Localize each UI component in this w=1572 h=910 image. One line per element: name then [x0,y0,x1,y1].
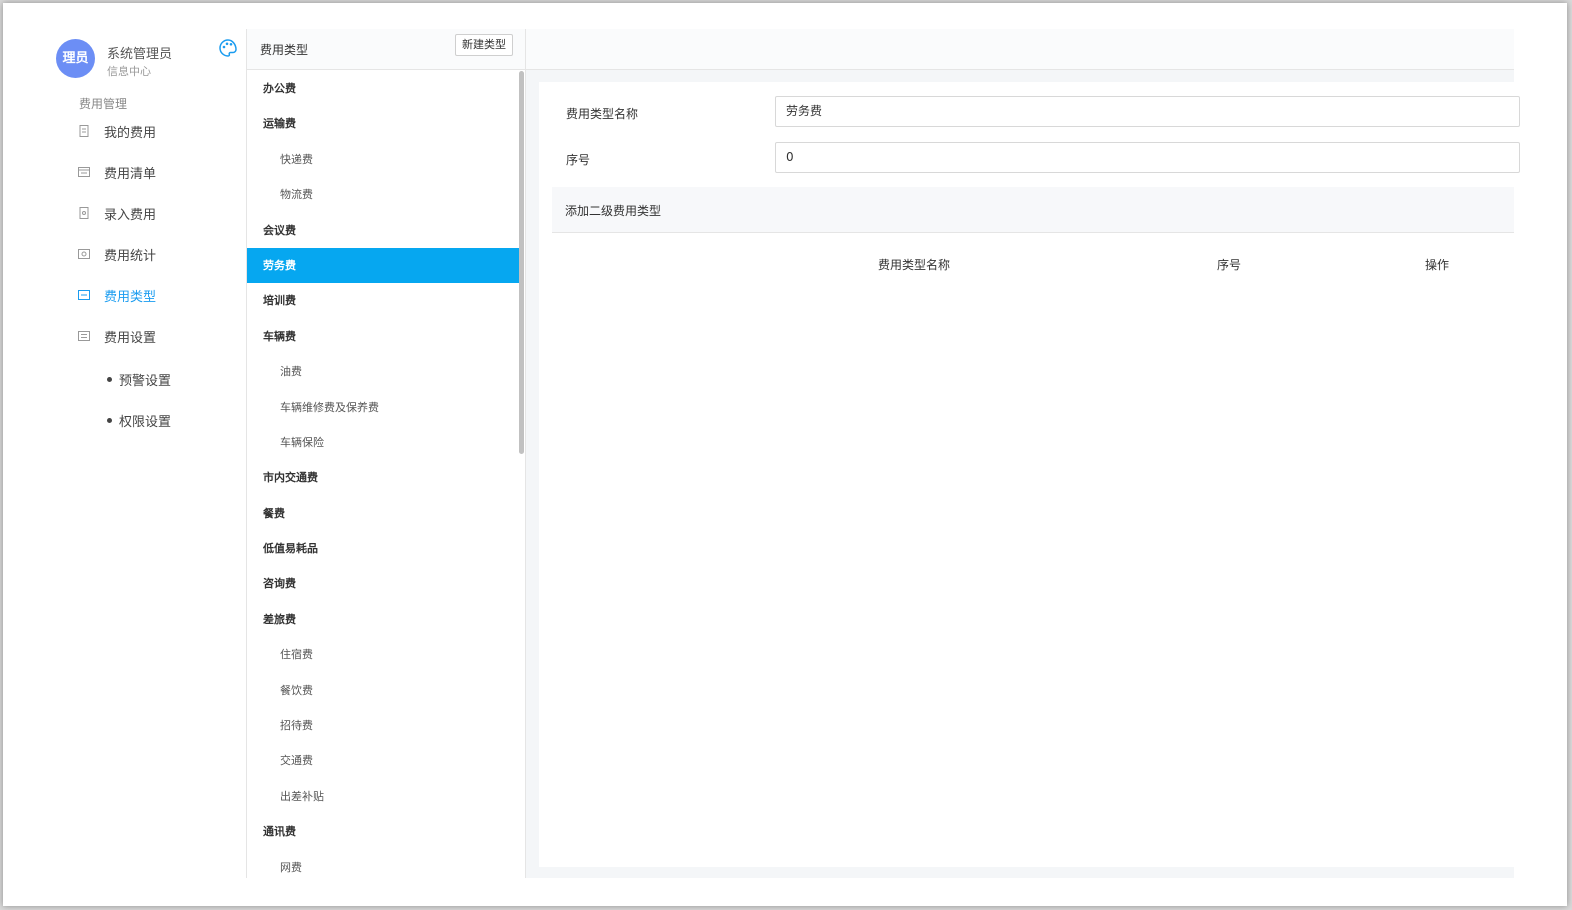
sidebar-item-enter-expense[interactable]: 录入费用 [77,202,156,224]
detail-panel: 费用类型名称 劳务费 序号 0 添加二级费用类型 费用类型名称 序号 操作 [526,29,1520,878]
type-list-item[interactable]: 办公费 [247,71,520,106]
type-list-item[interactable]: 物流费 [247,177,520,212]
type-list-item[interactable]: 车辆费 [247,319,520,354]
column-header-order: 序号 [1217,258,1242,272]
sidebar-subitem-permission-settings[interactable]: 权限设置 [107,410,171,430]
type-list-item[interactable]: 低值易耗品 [247,531,520,566]
sidebar-subitem-label: 预警设置 [119,373,172,389]
sidebar: 理员 系统管理员 信息中心 费用管理 我的费用 费用清单 录入费用 费用统计 费… [3,3,246,878]
type-panel-header: 费用类型 新建类型 [247,29,525,70]
sidebar-item-label: 费用设置 [104,330,157,346]
edit-icon [79,207,89,219]
app-window: 理员 系统管理员 信息中心 费用管理 我的费用 费用清单 录入费用 费用统计 费… [3,3,1567,906]
type-list-item[interactable]: 咨询费 [247,566,520,601]
type-list-item[interactable]: 网费 [247,850,520,878]
user-department: 信息中心 [107,65,151,78]
type-list-item[interactable]: 住宿费 [247,637,520,672]
type-list-item[interactable]: 油费 [247,354,520,389]
type-list-item[interactable]: 车辆维修费及保养费 [247,390,520,425]
type-list-item[interactable]: 快递费 [247,142,520,177]
type-list-item[interactable]: 培训费 [247,283,520,318]
sidebar-item-label: 费用类型 [104,289,157,305]
sidebar-subitem-alert-settings[interactable]: 预警设置 [107,369,171,389]
type-list: 办公费 运输费 快递费 物流费 会议费 劳务费 培训费 车辆费 油费 车辆维修费及保养费 车辆保险市… [247,71,520,878]
sidebar-item-my-expenses[interactable]: 我的费用 [77,120,156,142]
type-list-item[interactable]: 餐饮费 [247,673,520,708]
list-icon [78,167,90,177]
type-name-label: 费用类型名称 [566,107,639,121]
type-list-item[interactable]: 招待费 [247,708,520,743]
user-name: 系统管理员 [107,47,173,62]
settings-icon [78,331,90,341]
type-list-scrollbar[interactable] [519,71,524,454]
type-name-input[interactable]: 劳务费 [775,96,1520,127]
type-list-item[interactable]: 劳务费 [247,247,520,284]
sidebar-item-expense-settings[interactable]: 费用设置 [77,325,156,347]
type-list-item[interactable]: 差旅费 [247,602,520,637]
add-subtype-title: 添加二级费用类型 [565,204,662,218]
order-label: 序号 [566,153,591,167]
type-list-item[interactable]: 出差补贴 [247,779,520,814]
column-header-type-name: 费用类型名称 [878,258,951,272]
type-list-item[interactable]: 市内交通费 [247,460,520,495]
sidebar-item-label: 费用统计 [104,248,157,264]
bullet-icon [107,417,112,423]
chart-icon [78,249,90,259]
detail-topbar [526,29,1514,70]
file-icon [79,125,89,137]
sidebar-item-label: 我的费用 [104,125,157,141]
column-header-actions: 操作 [1425,258,1450,272]
sidebar-item-label: 录入费用 [104,207,157,223]
type-list-item[interactable]: 车辆保险 [247,425,520,460]
bullet-icon [107,376,112,382]
expense-type-panel: 费用类型 新建类型 办公费 运输费 快递费 物流费 会议费 劳务费 培训费 车辆费 油费 车辆维修… [246,29,526,878]
order-input[interactable]: 0 [775,142,1520,173]
type-list-item[interactable]: 餐费 [247,496,520,531]
detail-card: 费用类型名称 劳务费 序号 0 添加二级费用类型 费用类型名称 序号 操作 [539,82,1520,867]
add-subtype-header: 添加二级费用类型 [552,187,1514,233]
sidebar-subitem-label: 权限设置 [119,414,172,430]
palette-icon[interactable] [218,38,238,58]
type-list-item[interactable]: 会议费 [247,213,520,248]
type-list-item[interactable]: 交通费 [247,743,520,778]
sidebar-item-label: 费用清单 [104,166,157,182]
type-list-item[interactable]: 通讯费 [247,814,520,849]
new-type-button[interactable]: 新建类型 [455,34,513,56]
sidebar-item-expense-list[interactable]: 费用清单 [77,161,156,183]
type-icon [78,290,90,300]
sidebar-item-expense-types[interactable]: 费用类型 [77,284,156,306]
type-panel-title: 费用类型 [260,43,309,57]
sidebar-item-expense-stats[interactable]: 费用统计 [77,243,156,265]
section-title: 费用管理 [79,97,128,111]
avatar[interactable]: 理员 [56,39,95,78]
type-list-item[interactable]: 运输费 [247,106,520,141]
